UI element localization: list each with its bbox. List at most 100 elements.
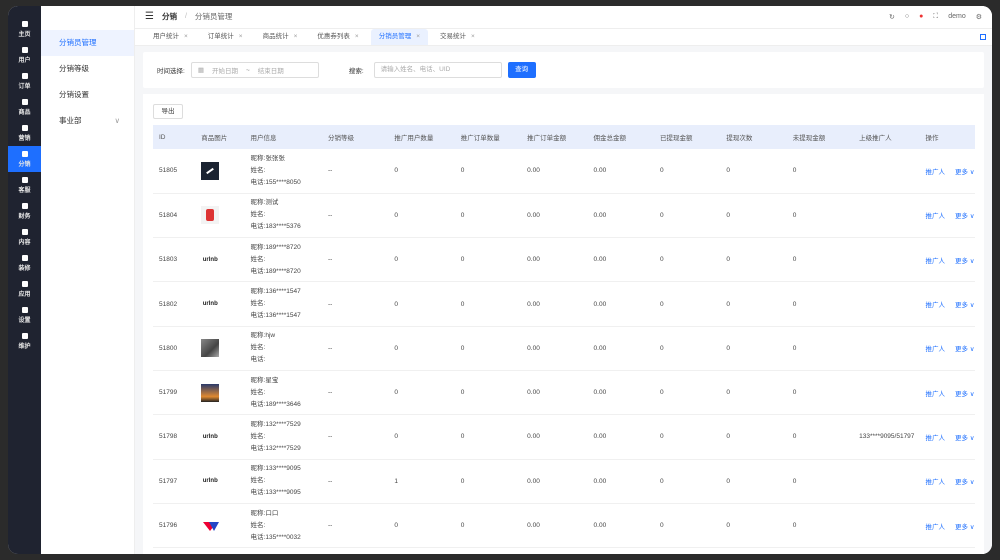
settings-icon[interactable]: ⚙ (976, 13, 982, 21)
user-name: 姓名: (250, 211, 266, 219)
content: 时间选择: ▦ 开始日期 ~ 结束日期 搜索: 请输入姓名、电话、UID 查询 … (135, 46, 992, 554)
rail-item[interactable]: 商品 (8, 94, 41, 120)
cell-amount: 0.00 (527, 167, 540, 175)
close-icon[interactable]: × (471, 33, 475, 40)
more-dropdown[interactable]: 更多 ∨ (955, 524, 975, 531)
promoter-link[interactable]: 推广人 (926, 479, 946, 486)
cell-parent (853, 503, 919, 547)
rail-item[interactable]: 内容 (8, 224, 41, 250)
date-range-picker[interactable]: ▦ 开始日期 ~ 结束日期 (190, 62, 319, 78)
close-icon[interactable]: × (416, 33, 420, 40)
submenu-item[interactable]: 分销等级 (41, 56, 134, 82)
tab[interactable]: 用户统计 × (145, 29, 196, 45)
table-row: 51804 昵称:测试 姓名: 电话:183****5376 -- 0 0 0.00 0.00 0… (153, 193, 975, 238)
close-icon[interactable]: × (294, 33, 298, 40)
cell-unwithdrawn: 0 (792, 167, 797, 175)
rail-item[interactable]: 分销 (8, 146, 41, 172)
cell-amount: 0.00 (527, 300, 540, 308)
start-date-placeholder: 开始日期 (211, 68, 238, 75)
column-header: 已提现金额 (659, 135, 693, 142)
table-row: 51802 urlnb 昵称:136****1547 姓名: 电话:136****154… (153, 282, 975, 327)
rail-icon (21, 202, 28, 209)
cell-actions: 推广人 更多 ∨ (920, 149, 976, 193)
search-icon[interactable]: ○ (905, 13, 909, 20)
tab[interactable]: 交易统计 × (432, 29, 483, 45)
promoter-link[interactable]: 推广人 (926, 435, 946, 442)
cell-id: 51803 (159, 256, 178, 264)
submenu-item[interactable]: 分销员管理 (41, 30, 134, 56)
cell-orders: 0 (460, 167, 465, 175)
search-input[interactable]: 请输入姓名、电话、UID (373, 62, 502, 78)
submenu-item[interactable]: 分销设置 (41, 82, 134, 108)
cell-times: 0 (726, 477, 730, 485)
cell-level: -- (327, 477, 333, 485)
submenu-item[interactable]: 事业部 ∨ (41, 108, 134, 134)
more-dropdown[interactable]: 更多 ∨ (955, 302, 975, 309)
more-dropdown[interactable]: 更多 ∨ (955, 479, 975, 486)
tab[interactable]: 分销员管理 × (370, 29, 428, 45)
user-phone: 电话:133****9095 (250, 489, 301, 497)
close-icon[interactable]: × (355, 33, 359, 40)
rail-item[interactable]: 设置 (8, 302, 41, 328)
query-button[interactable]: 查询 (507, 62, 536, 78)
column-header: 推广用户数量 (394, 135, 434, 142)
breadcrumb-main[interactable]: 分销 (162, 11, 177, 22)
left-rail: 主页 用户 订单 商品 营销 分销 客服 财务 内容 装修 应用 设置 维护 (8, 6, 41, 554)
promoter-link[interactable]: 推广人 (926, 524, 946, 531)
cell-unwithdrawn: 0 (792, 344, 797, 352)
fullscreen-icon[interactable]: ⛶ (933, 13, 938, 21)
rail-item[interactable]: 财务 (8, 198, 41, 224)
tab[interactable]: 商品统计 × (255, 29, 306, 45)
cell-level: -- (327, 389, 333, 397)
filter-card: 时间选择: ▦ 开始日期 ~ 结束日期 搜索: 请输入姓名、电话、UID 查询 (143, 52, 984, 88)
rail-item[interactable]: 营销 (8, 120, 41, 146)
promoter-link[interactable]: 推广人 (926, 391, 946, 398)
more-dropdown[interactable]: 更多 ∨ (955, 346, 975, 353)
rail-item[interactable]: 客服 (8, 172, 41, 198)
more-dropdown[interactable]: 更多 ∨ (955, 213, 975, 220)
more-dropdown[interactable]: 更多 ∨ (955, 391, 975, 398)
column-header: 分销等级 (327, 135, 354, 142)
product-thumbnail: urlnb (201, 250, 220, 269)
cell-image (195, 149, 244, 193)
cell-image (195, 370, 244, 414)
cell-commission: 0.00 (593, 389, 607, 397)
cell-commission: 0.00 (593, 344, 607, 352)
rail-item[interactable]: 订单 (8, 68, 41, 94)
cell-id: 51799 (159, 389, 178, 397)
more-dropdown[interactable]: 更多 ∨ (955, 258, 975, 265)
export-button[interactable]: 导出 (153, 104, 183, 119)
user-name: 姓名: (250, 166, 266, 174)
promoter-link[interactable]: 推广人 (926, 169, 946, 176)
cell-parent (853, 459, 919, 503)
rail-item[interactable]: 用户 (8, 42, 41, 68)
rail-item[interactable]: 应用 (8, 276, 41, 302)
calendar-icon: ▦ (197, 67, 204, 74)
cell-users: 0 (394, 167, 398, 175)
user-phone: 电话:135****0032 (250, 533, 301, 541)
promoter-link[interactable]: 推广人 (926, 258, 946, 265)
cell-id: 51802 (159, 300, 178, 308)
more-dropdown[interactable]: 更多 ∨ (955, 169, 975, 176)
grid-icon[interactable] (980, 33, 986, 40)
close-icon[interactable]: × (239, 33, 243, 40)
promoter-link[interactable]: 推广人 (926, 346, 946, 353)
rail-icon (21, 46, 28, 53)
menu-toggle-icon[interactable]: ☰ (145, 11, 154, 22)
cell-amount: 0.00 (527, 433, 540, 441)
rail-item[interactable]: 维护 (8, 328, 41, 354)
sub-menu: 分销员管理 分销等级 分销设置 事业部 ∨ (41, 6, 135, 554)
close-icon[interactable]: × (184, 33, 188, 40)
promoter-link[interactable]: 推广人 (926, 302, 946, 309)
promoter-link[interactable]: 推广人 (926, 213, 946, 220)
more-dropdown[interactable]: 更多 ∨ (955, 435, 975, 442)
refresh-icon[interactable]: ↻ (889, 13, 895, 21)
rail-item[interactable]: 装修 (8, 250, 41, 276)
bell-icon[interactable]: ● (919, 13, 923, 20)
tab[interactable]: 订单统计 × (200, 29, 251, 45)
user-phone: 电话:189****8720 (250, 267, 301, 275)
tab[interactable]: 优惠券列表 × (309, 29, 366, 45)
rail-item[interactable]: 主页 (8, 16, 41, 42)
rail-icon (21, 20, 28, 27)
user-menu[interactable]: demo (948, 13, 966, 20)
